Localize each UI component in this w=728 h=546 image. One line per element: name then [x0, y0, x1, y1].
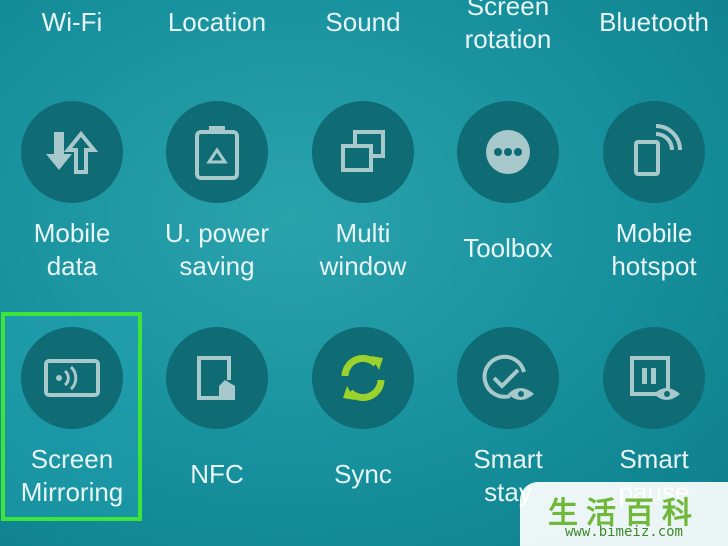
toolbox-tile[interactable]	[457, 101, 559, 203]
tile-label-screen-rotation[interactable]: Screen rotation	[438, 0, 578, 56]
ultra-power-saving-tile[interactable]	[166, 101, 268, 203]
smart-stay-tile[interactable]	[457, 327, 559, 429]
sync-tile[interactable]	[312, 327, 414, 429]
multi-window-icon	[341, 130, 385, 172]
mobile-hotspot-tile[interactable]	[603, 101, 705, 203]
multi-window-tile[interactable]	[312, 101, 414, 203]
tile-label-bluetooth[interactable]: Bluetooth	[584, 6, 724, 39]
nfc-icon	[197, 356, 235, 400]
battery-recycle-icon	[195, 126, 239, 180]
watermark: 生活百科 www.bimeiz.com	[520, 482, 728, 546]
watermark-url: www.bimeiz.com	[564, 524, 683, 540]
tile-label-sound[interactable]: Sound	[293, 6, 433, 39]
tile-label-mobile-data: Mobile data	[33, 218, 111, 281]
tile-label-mobile-hotspot: Mobile hotspot	[611, 218, 697, 281]
tile-label-multi-window: Multi window	[319, 218, 407, 281]
tile-label-wifi[interactable]: Wi-Fi	[2, 6, 142, 39]
toolbox-dots-icon	[486, 130, 530, 174]
tile-label-ultra-power-saving: U. power saving	[164, 218, 270, 281]
nfc-tile[interactable]	[166, 327, 268, 429]
tile-label-nfc: NFC	[190, 459, 244, 489]
tile-label-location[interactable]: Location	[147, 6, 287, 39]
sync-icon	[341, 354, 385, 402]
hotspot-icon	[634, 124, 682, 176]
screen-mirroring-tile[interactable]	[21, 327, 123, 429]
smart-pause-tile[interactable]	[603, 327, 705, 429]
tile-label-toolbox: Toolbox	[463, 233, 553, 263]
screen-mirroring-icon	[44, 359, 100, 397]
tile-label-sync: Sync	[334, 459, 392, 489]
mobile-data-tile[interactable]	[21, 101, 123, 203]
smart-pause-icon	[630, 356, 680, 400]
smart-stay-icon	[482, 354, 534, 400]
tile-label-screen-mirroring: Screen Mirroring	[20, 444, 124, 507]
data-transfer-icon	[46, 130, 99, 174]
